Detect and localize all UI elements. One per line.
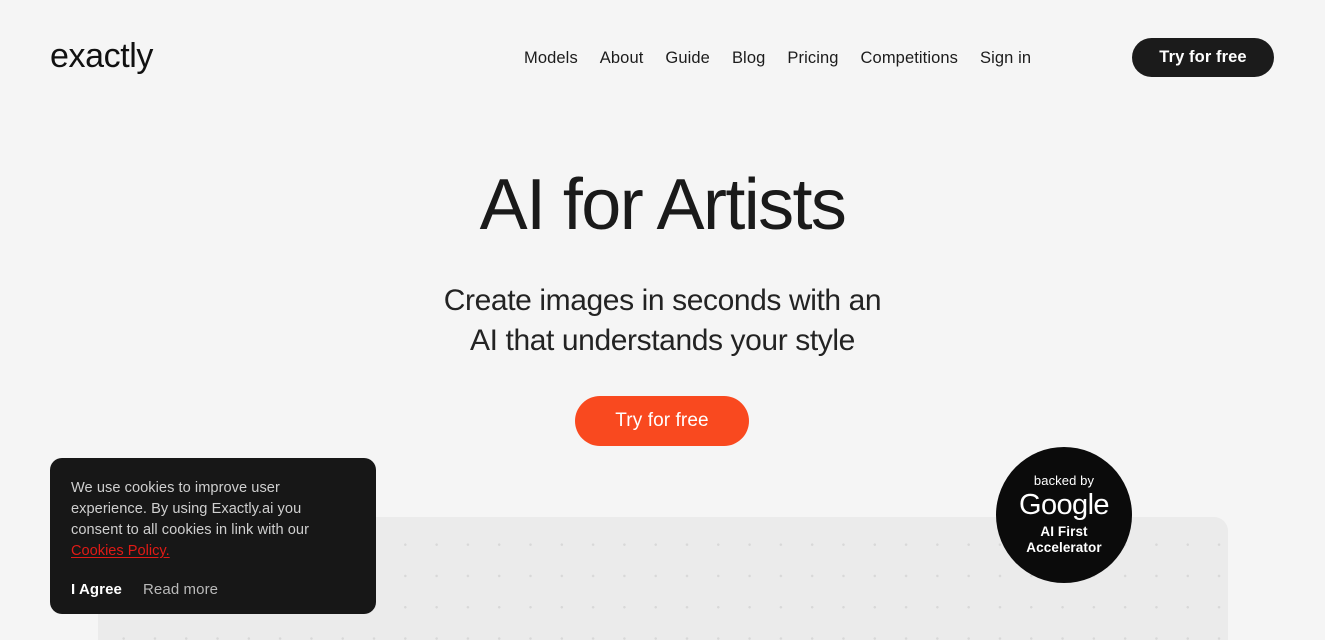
cookie-agree-button[interactable]: I Agree [71, 581, 122, 598]
badge-program-line-1: AI First [1040, 524, 1088, 540]
header-try-for-free-button[interactable]: Try for free [1132, 38, 1274, 77]
cookie-consent-banner: We use cookies to improve user experienc… [50, 458, 376, 614]
nav-item-sign-in[interactable]: Sign in [980, 46, 1031, 70]
cookie-banner-actions: I Agree Read more [71, 581, 218, 598]
backed-by-google-badge[interactable]: backed by Google AI First Accelerator [996, 447, 1132, 583]
hero-subtitle-line-2: AI that understands your style [470, 324, 855, 357]
badge-google-wordmark: Google [1019, 489, 1110, 522]
hero-subtitle: Create images in seconds with an AI that… [0, 281, 1325, 361]
hero-try-for-free-button[interactable]: Try for free [575, 396, 749, 446]
hero-title: AI for Artists [479, 165, 847, 245]
nav-item-pricing[interactable]: Pricing [787, 46, 838, 70]
nav-item-guide[interactable]: Guide [665, 46, 710, 70]
nav-item-models[interactable]: Models [524, 46, 578, 70]
nav-item-competitions[interactable]: Competitions [861, 46, 959, 70]
nav-item-blog[interactable]: Blog [732, 46, 765, 70]
site-header: exactly Models About Guide Blog Pricing … [0, 0, 1325, 115]
hero-subtitle-line-1: Create images in seconds with an [443, 284, 882, 317]
cookie-consent-text: We use cookies to improve user experienc… [71, 480, 310, 538]
badge-program-line-2: Accelerator [1026, 540, 1102, 556]
site-logo[interactable]: exactly [50, 36, 153, 76]
cookie-read-more-button[interactable]: Read more [143, 581, 218, 598]
badge-backed-by-label: backed by [1033, 472, 1095, 488]
main-navigation: Models About Guide Blog Pricing Competit… [524, 46, 1031, 70]
cookies-policy-link[interactable]: Cookies Policy. [71, 541, 170, 562]
nav-item-about[interactable]: About [600, 46, 644, 70]
